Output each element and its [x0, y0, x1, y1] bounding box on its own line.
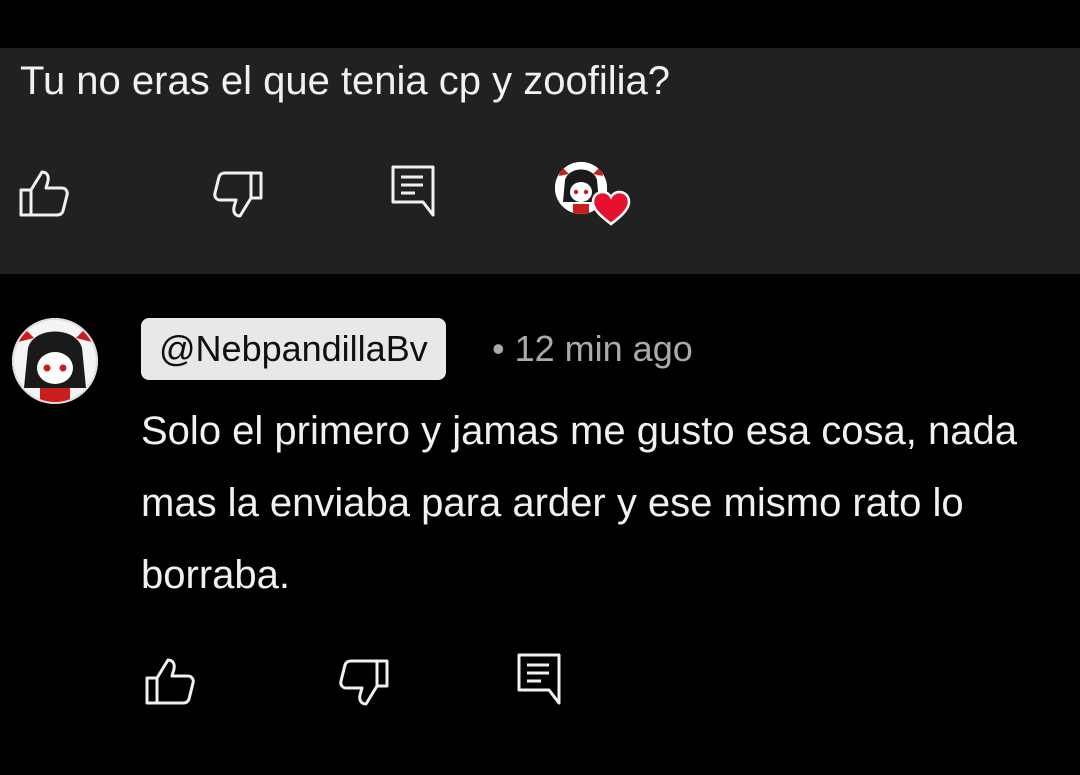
thumbs-down-icon	[213, 171, 263, 218]
meta-separator: •	[492, 328, 505, 369]
like-button[interactable]	[18, 168, 70, 218]
reply-like-button[interactable]	[144, 656, 196, 706]
comment-meta: • 12 min ago	[492, 326, 693, 372]
comment-icon	[517, 653, 561, 705]
parent-comment-text: Tu no eras el que tenia cp y zoofilia?	[20, 59, 671, 103]
author-handle: @NebpandillaBv	[159, 328, 428, 369]
reply-comment-text: Solo el primero y jamas me gusto esa cos…	[141, 409, 1017, 597]
comment-timestamp: 12 min ago	[514, 328, 693, 369]
top-strip	[0, 0, 1080, 48]
reply-reply-button[interactable]	[516, 652, 564, 706]
creator-heart-badge	[555, 162, 631, 228]
reply-dislike-button[interactable]	[338, 658, 390, 708]
comment-icon	[391, 165, 435, 217]
thumbs-down-icon	[339, 659, 389, 706]
dislike-button[interactable]	[212, 170, 264, 220]
author-handle-chip[interactable]: @NebpandillaBv	[141, 318, 446, 380]
thumbs-up-icon	[145, 658, 195, 705]
thumbs-up-icon	[19, 170, 69, 217]
reply-button[interactable]	[390, 164, 438, 218]
reply-author-avatar[interactable]	[12, 318, 98, 404]
heart-icon	[591, 190, 631, 226]
